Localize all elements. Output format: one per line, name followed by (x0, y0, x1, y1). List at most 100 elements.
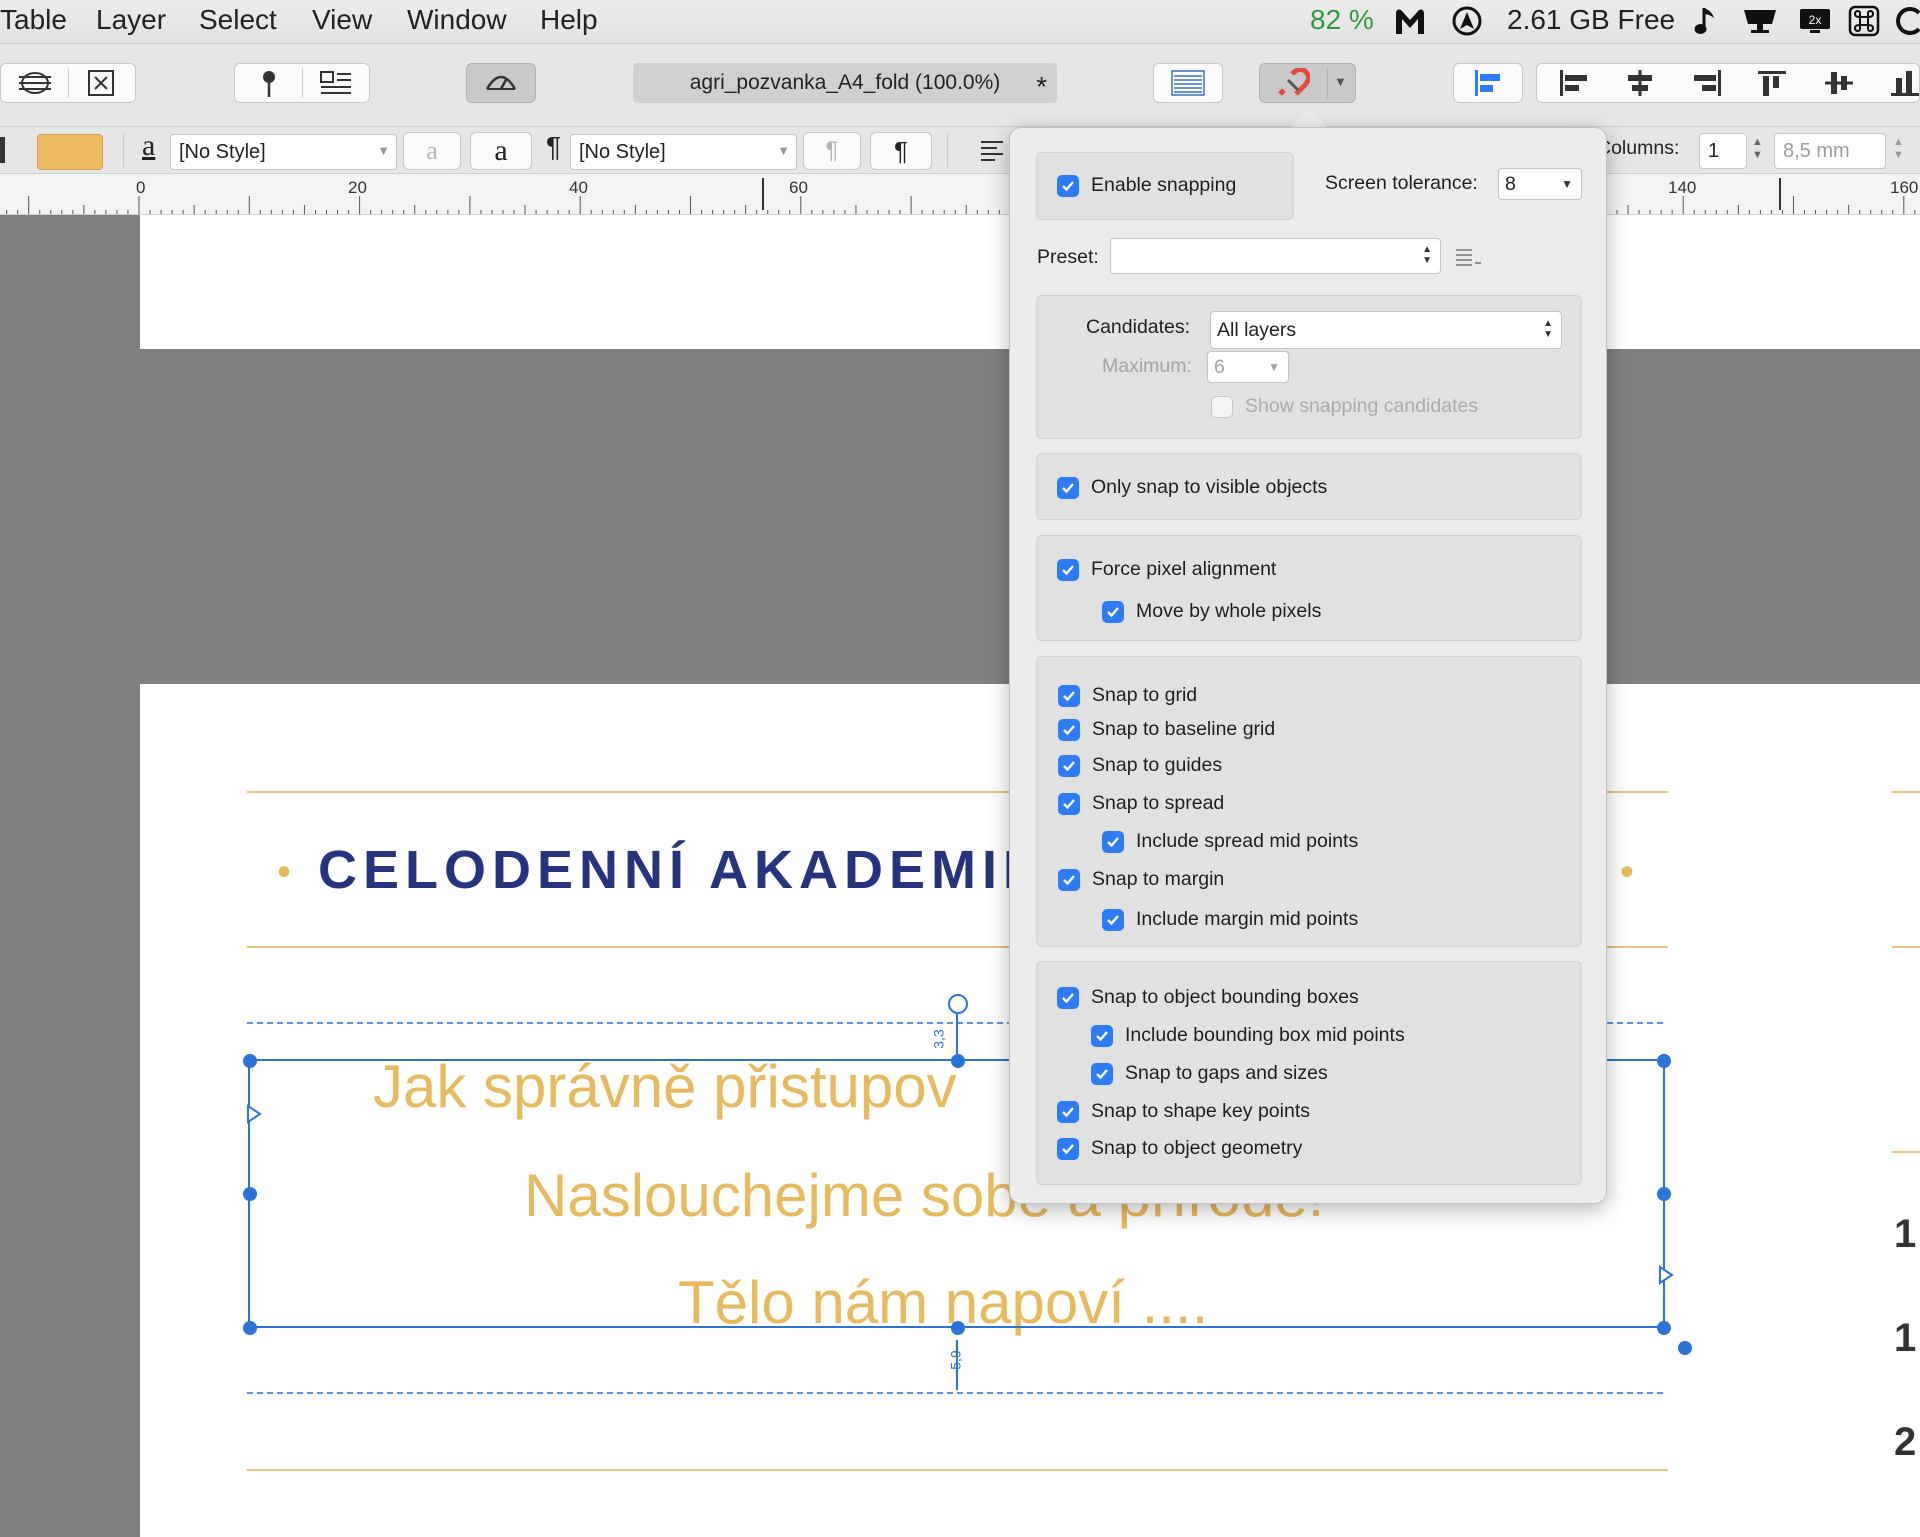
magnet-icon (1276, 66, 1312, 103)
grid-guides-group: Snap to grid Snap to baseline grid Snap … (1036, 656, 1582, 947)
ruler-label: 20 (348, 178, 367, 197)
snap-to-gaps-sizes-checkbox[interactable]: Snap to gaps and sizes (1091, 1062, 1328, 1085)
checkbox-checked-icon (1058, 684, 1080, 707)
ruler-label: 160 (1890, 178, 1919, 197)
circled-a-icon: a (426, 136, 438, 165)
navigation-icon[interactable] (1449, 4, 1485, 38)
character-style-clear-button[interactable]: a (403, 132, 461, 170)
document-tab[interactable]: agri_pozvanka_A4_fold (100.0%) * (633, 63, 1057, 103)
menu-help[interactable]: Help (540, 4, 598, 36)
columns-input[interactable]: 1 (1699, 133, 1747, 169)
character-style-select[interactable]: [No Style] ▼ (170, 134, 397, 170)
align-bottom-icon[interactable] (1889, 68, 1919, 103)
snap-to-margin-checkbox[interactable]: Snap to margin (1058, 868, 1224, 891)
wrap-text-icon[interactable] (17, 68, 53, 103)
music-note-icon[interactable] (1688, 4, 1724, 38)
document-heading[interactable]: CELODENNÍ AKADEMIE (318, 839, 1045, 901)
fill-color-swatch[interactable] (37, 134, 103, 170)
snapping-button[interactable]: ▼ (1259, 63, 1356, 103)
preset-menu-icon[interactable] (1454, 246, 1482, 273)
chevron-down-icon: ▼ (1561, 177, 1573, 191)
align-left-icon (1475, 70, 1500, 96)
command-key-icon[interactable] (1846, 4, 1882, 38)
preflight-button[interactable] (466, 63, 536, 103)
paragraph-style-select[interactable]: [No Style] ▼ (570, 134, 797, 170)
battery-percent[interactable]: 82 % (1310, 4, 1374, 36)
enable-snapping-checkbox[interactable]: Enable snapping (1057, 174, 1236, 197)
baseline-grid-button[interactable] (1153, 63, 1223, 103)
paragraph-style-clear-button[interactable]: ¶ (803, 132, 861, 170)
menu-layer[interactable]: Layer (96, 4, 166, 36)
updown-arrows-icon: ▲ ▼ (1543, 318, 1553, 340)
no-wrap-icon[interactable] (85, 68, 117, 103)
resize-handle-top-right[interactable] (1657, 1054, 1671, 1068)
align-text-left-icon[interactable] (979, 139, 1005, 166)
show-snapping-candidates-checkbox[interactable]: Show snapping candidates (1211, 395, 1478, 418)
include-bbox-mid-points-checkbox[interactable]: Include bounding box mid points (1091, 1024, 1405, 1047)
resize-handle-top[interactable] (951, 1054, 965, 1068)
monitor-stand-icon[interactable] (1742, 4, 1778, 38)
display-scale-icon[interactable]: 2x (1797, 4, 1833, 38)
resize-handle-right[interactable] (1657, 1187, 1671, 1201)
resize-handle-bottom-left[interactable] (243, 1321, 257, 1335)
baseline-guide-bottom (247, 1392, 1663, 1394)
horizontal-ruler[interactable]: 0 20 40 60 140 160 (0, 174, 1920, 215)
ruler-label: 60 (789, 178, 808, 197)
align-middle-icon[interactable] (1822, 68, 1856, 103)
align-left-button[interactable] (1453, 63, 1523, 103)
malwarebytes-icon[interactable] (1392, 4, 1428, 38)
snap-to-guides-checkbox[interactable]: Snap to guides (1058, 754, 1222, 777)
partial-control-icon[interactable] (0, 137, 5, 163)
resize-handle-left[interactable] (243, 1187, 257, 1201)
pin-icon[interactable] (257, 68, 281, 105)
menu-window[interactable]: Window (407, 4, 507, 36)
align-center-icon[interactable] (1623, 68, 1657, 103)
snap-to-grid-checkbox[interactable]: Snap to grid (1058, 684, 1197, 707)
resize-handle-bottom-right[interactable] (1657, 1321, 1671, 1335)
snap-to-bounding-boxes-checkbox[interactable]: Snap to object bounding boxes (1057, 986, 1359, 1009)
text-wrap-settings-icon[interactable] (319, 70, 353, 103)
gutter-stepper[interactable]: ▲ ▼ (1893, 136, 1904, 162)
force-pixel-alignment-checkbox[interactable]: Force pixel alignment (1057, 558, 1276, 581)
menu-table[interactable]: Table (0, 4, 67, 36)
gutter-input[interactable]: 8,5 mm (1774, 133, 1886, 169)
resize-handle-top-left[interactable] (243, 1054, 257, 1068)
character-style-edit-button[interactable]: a (470, 132, 532, 170)
menu-view[interactable]: View (312, 4, 372, 36)
snap-to-baseline-grid-checkbox[interactable]: Snap to baseline grid (1058, 718, 1275, 741)
include-margin-mid-points-checkbox[interactable]: Include margin mid points (1102, 908, 1358, 931)
candidates-select[interactable]: All layers ▲ ▼ (1210, 311, 1562, 349)
snapping-popover: Enable snapping Screen tolerance: 8 ▼ Pr… (1009, 127, 1607, 1204)
move-whole-pixels-checkbox[interactable]: Move by whole pixels (1102, 600, 1321, 623)
screen-tolerance-select[interactable]: 8 ▼ (1498, 168, 1582, 200)
snap-to-spread-checkbox[interactable]: Snap to spread (1058, 792, 1224, 815)
text-flow-in-icon[interactable] (246, 1104, 262, 1129)
checkbox-checked-icon (1057, 174, 1079, 197)
text-frame-link-handle[interactable] (1678, 1341, 1692, 1355)
include-spread-mid-points-checkbox[interactable]: Include spread mid points (1102, 830, 1358, 853)
pixel-alignment-group: Force pixel alignment Move by whole pixe… (1036, 535, 1582, 641)
align-left-edge-icon[interactable] (1557, 68, 1591, 103)
disk-free-label[interactable]: 2.61 GB Free (1507, 4, 1675, 36)
checkbox-checked-icon (1057, 1100, 1079, 1123)
ruler-label: 0 (136, 178, 146, 197)
only-snap-visible-checkbox[interactable]: Only snap to visible objects (1057, 476, 1327, 499)
rotation-handle[interactable] (948, 994, 968, 1014)
align-top-icon[interactable] (1755, 68, 1789, 103)
align-right-edge-icon[interactable] (1690, 68, 1724, 103)
paragraph-style-icon: ¶ (546, 131, 562, 162)
paragraph-style-edit-button[interactable]: ¶ (870, 132, 932, 170)
preset-select[interactable]: ▲ ▼ (1110, 238, 1441, 274)
snapping-dropdown-arrow-icon[interactable]: ▼ (1334, 74, 1347, 89)
columns-stepper[interactable]: ▲ ▼ (1752, 136, 1763, 162)
resize-handle-bottom[interactable] (951, 1321, 965, 1335)
snap-to-object-geometry-checkbox[interactable]: Snap to object geometry (1057, 1137, 1302, 1160)
snap-to-shape-key-points-checkbox[interactable]: Snap to shape key points (1057, 1100, 1310, 1123)
checkbox-checked-icon (1091, 1062, 1113, 1085)
menu-select[interactable]: Select (199, 4, 277, 36)
baseline-grid-icon (1171, 70, 1205, 96)
partial-tray-icon[interactable] (1890, 4, 1920, 38)
menu-bar: Table Layer Select View Window Help 82 %… (0, 0, 1920, 44)
text-flow-out-icon[interactable] (1658, 1265, 1674, 1290)
maximum-select[interactable]: 6 ▼ (1207, 351, 1289, 383)
